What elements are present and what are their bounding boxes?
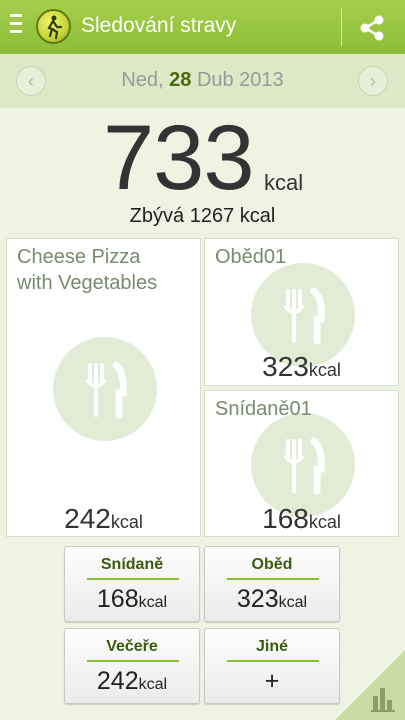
date-day: 28 bbox=[169, 69, 192, 91]
meal-tile-snidane01[interactable]: Snídaně01 168kcal bbox=[204, 390, 399, 537]
category-label: Jiné bbox=[255, 638, 288, 655]
category-value: 168kcal bbox=[65, 585, 199, 614]
category-unit: kcal bbox=[138, 676, 168, 693]
meal-tile-unit: kcal bbox=[110, 512, 143, 532]
meal-tile-title: Oběd01 bbox=[215, 246, 287, 268]
category-unit: kcal bbox=[278, 594, 308, 611]
fork-knife-icon bbox=[251, 413, 355, 517]
app-title: Sledování stravy bbox=[81, 14, 237, 37]
current-date: Ned, 28 Dub 2013 bbox=[0, 69, 405, 92]
meal-tile-value: 242 bbox=[64, 503, 111, 534]
category-label: Večeře bbox=[106, 638, 158, 655]
meal-tile-value: 323 bbox=[262, 351, 309, 382]
date-bar: ‹ Ned, 28 Dub 2013 › bbox=[0, 54, 405, 108]
category-unit: kcal bbox=[138, 594, 168, 611]
category-label: Snídaně bbox=[100, 556, 164, 573]
meal-tile-value: 168 bbox=[262, 503, 309, 534]
bar-chart-icon[interactable] bbox=[335, 650, 405, 720]
action-bar: Sledování stravy bbox=[0, 0, 405, 54]
meal-tile-kcal: 242kcal bbox=[7, 503, 200, 535]
share-icon[interactable] bbox=[356, 12, 388, 44]
category-underline bbox=[87, 660, 179, 662]
category-kcal: 168 bbox=[96, 585, 139, 613]
meal-tile-unit: kcal bbox=[308, 360, 341, 380]
meal-tile-unit: kcal bbox=[308, 512, 341, 532]
category-value: 323kcal bbox=[205, 585, 339, 614]
meal-tile-kcal: 323kcal bbox=[205, 351, 398, 383]
category-underline bbox=[227, 578, 319, 580]
category-value: 242kcal bbox=[65, 667, 199, 696]
fork-knife-icon bbox=[53, 337, 157, 441]
chevron-right-icon[interactable]: › bbox=[358, 66, 388, 96]
app-logo-icon[interactable] bbox=[36, 9, 71, 44]
add-icon: + bbox=[264, 667, 280, 695]
other-button[interactable]: Jiné + bbox=[204, 628, 340, 704]
date-month-year: Dub 2013 bbox=[196, 69, 284, 91]
menu-icon[interactable] bbox=[10, 14, 22, 38]
meal-tile-cheese-pizza[interactable]: Cheese Pizza with Vegetables 242kcal bbox=[6, 238, 201, 537]
remaining-calories: Zbývá 1267 kcal bbox=[129, 205, 276, 227]
meal-tile-obed01[interactable]: Oběd01 323kcal bbox=[204, 238, 399, 386]
consumed-calories: 733 bbox=[103, 107, 254, 209]
consumed-unit: kcal bbox=[264, 170, 304, 195]
date-weekday: Ned, bbox=[121, 69, 164, 91]
lunch-button[interactable]: Oběd 323kcal bbox=[204, 546, 340, 622]
action-bar-divider bbox=[341, 8, 342, 46]
category-underline bbox=[87, 578, 179, 580]
category-kcal: 323 bbox=[236, 585, 279, 613]
dinner-button[interactable]: Večeře 242kcal bbox=[64, 628, 200, 704]
category-label: Oběd bbox=[251, 556, 293, 573]
category-underline bbox=[227, 660, 319, 662]
meal-tile-kcal: 168kcal bbox=[205, 503, 398, 535]
category-kcal: 242 bbox=[96, 667, 139, 695]
meal-tile-title: Snídaně01 bbox=[215, 398, 312, 420]
meal-tile-title: Cheese Pizza with Vegetables bbox=[17, 246, 158, 294]
breakfast-button[interactable]: Snídaně 168kcal bbox=[64, 546, 200, 622]
